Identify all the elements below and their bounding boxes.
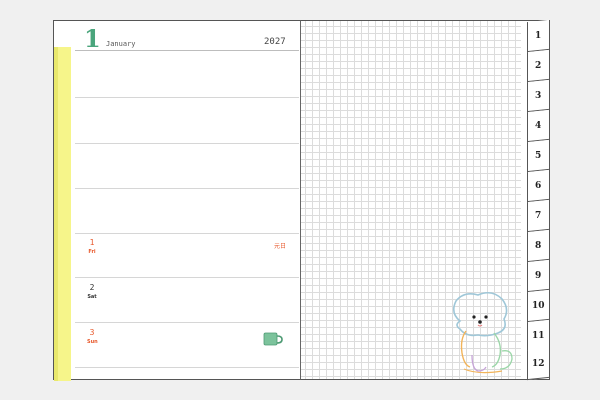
weekly-page: 1 January 2027 1 Fri 元日 2 Sat 3 Sun bbox=[53, 20, 301, 381]
holiday-label: 元日 bbox=[274, 243, 287, 250]
month-tab-9[interactable]: 9 bbox=[527, 259, 549, 293]
month-tab-3[interactable]: 3 bbox=[527, 79, 549, 113]
month-tab-label: 10 bbox=[532, 300, 545, 311]
row-rule bbox=[75, 322, 299, 323]
year: 2027 bbox=[264, 37, 286, 47]
month-tab-10[interactable]: 10 bbox=[527, 289, 549, 323]
day-number: 3 bbox=[89, 328, 95, 337]
month-number: 1 bbox=[84, 24, 101, 53]
row-rule bbox=[75, 367, 299, 368]
header-rule bbox=[75, 50, 299, 51]
day-entry-3[interactable]: 3 Sun bbox=[87, 328, 98, 346]
month-tab-8[interactable]: 8 bbox=[527, 229, 549, 263]
month-tab-4[interactable]: 4 bbox=[527, 109, 549, 143]
month-tab-label: 1 bbox=[535, 30, 542, 41]
day-weekday: Fri bbox=[88, 249, 96, 255]
day-number: 2 bbox=[89, 283, 95, 292]
month-tab-label: 7 bbox=[535, 210, 542, 221]
month-tab-label: 3 bbox=[535, 90, 542, 101]
page-edge-shade bbox=[54, 47, 58, 381]
month-name: January bbox=[106, 40, 136, 48]
month-tab-1[interactable]: 1 bbox=[527, 19, 549, 53]
month-tab-label: 9 bbox=[535, 270, 542, 281]
row-rule bbox=[75, 143, 299, 144]
month-index-tabs: 1 2 3 4 5 6 7 8 9 10 11 12 bbox=[527, 19, 549, 381]
day-weekday: Sun bbox=[87, 339, 98, 345]
month-tab-label: 5 bbox=[535, 150, 542, 161]
dog-illustration bbox=[452, 291, 513, 374]
day-number: 1 bbox=[89, 238, 95, 247]
row-rule bbox=[75, 277, 299, 278]
month-tab-7[interactable]: 7 bbox=[527, 199, 549, 233]
month-tab-12[interactable]: 12 bbox=[527, 347, 549, 381]
planner-spread: 1 January 2027 1 Fri 元日 2 Sat 3 Sun 1 2 … bbox=[0, 0, 600, 400]
month-tab-label: 12 bbox=[532, 358, 545, 369]
row-rule bbox=[75, 188, 299, 189]
month-tab-label: 6 bbox=[535, 180, 542, 191]
month-tab-6[interactable]: 6 bbox=[527, 169, 549, 203]
day-entry-1[interactable]: 1 Fri bbox=[87, 238, 97, 256]
month-tab-2[interactable]: 2 bbox=[527, 49, 549, 83]
day-entry-2[interactable]: 2 Sat bbox=[87, 283, 97, 301]
month-tab-label: 11 bbox=[532, 330, 545, 341]
month-tab-label: 8 bbox=[535, 240, 542, 251]
day-weekday: Sat bbox=[87, 294, 97, 300]
month-tab-5[interactable]: 5 bbox=[527, 139, 549, 173]
row-rule bbox=[75, 233, 299, 234]
notes-page: 1 2 3 4 5 6 7 8 9 10 11 12 bbox=[300, 19, 550, 381]
row-rule bbox=[75, 97, 299, 98]
month-tab-label: 4 bbox=[535, 120, 542, 131]
mug-icon bbox=[263, 332, 283, 346]
month-tab-label: 2 bbox=[535, 60, 542, 71]
